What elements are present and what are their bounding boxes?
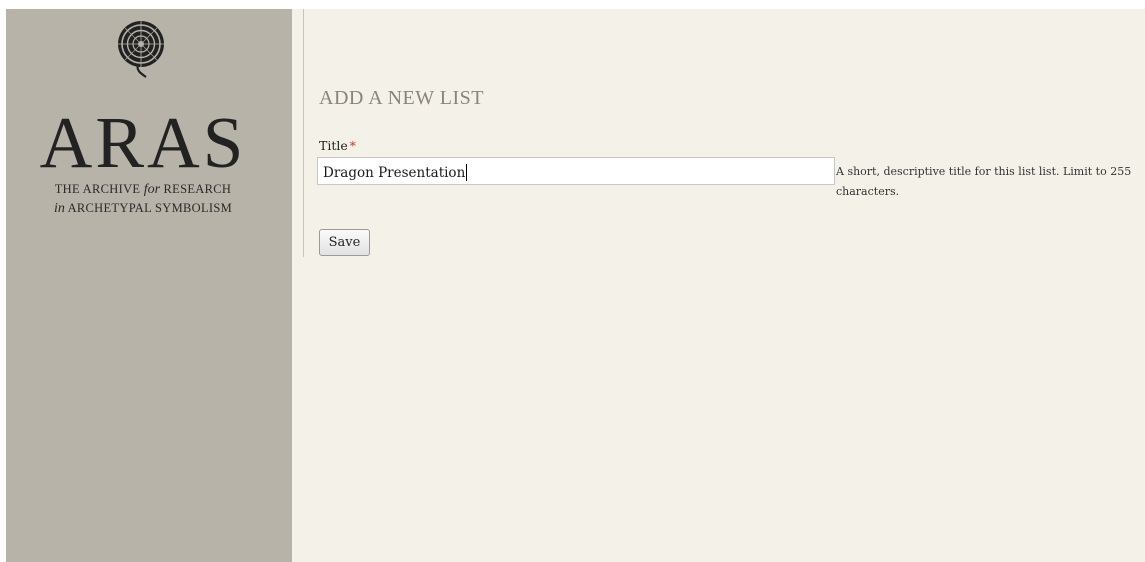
sidebar [6,9,292,562]
text-caret [466,164,468,181]
divider [303,9,304,257]
spiral-mandala-icon [118,21,164,78]
page-title: ADD A NEW LIST [319,87,484,109]
logo-wordmark: ARAS [39,102,247,183]
logo-tagline-line1: THE ARCHIVE for RESEARCH [54,182,232,197]
required-marker: * [349,138,357,153]
logo-tagline-line2: in ARCHETYPAL SYMBOLISM [53,201,233,216]
title-description: A short, descriptive title for this list… [836,165,1132,198]
title-label: Title * [319,138,357,153]
title-input-value: Dragon Presentation [323,165,466,181]
save-button[interactable]: Save [319,229,370,256]
title-input[interactable]: Dragon Presentation [317,157,835,185]
